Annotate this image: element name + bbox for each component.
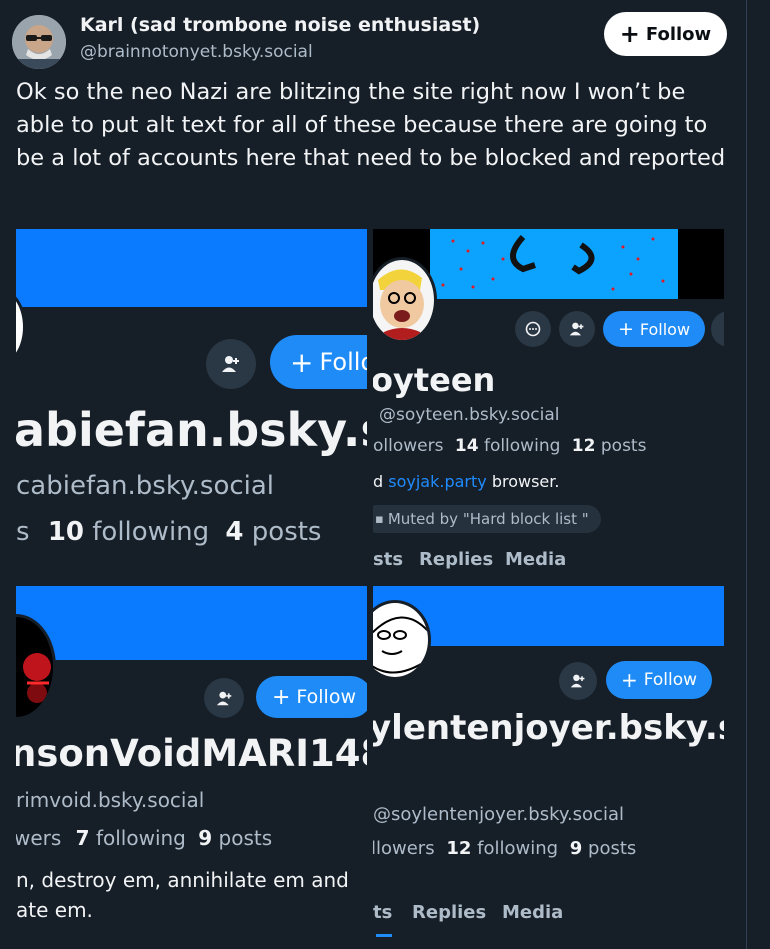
profile-handle: @soyteen.bsky.social: [379, 405, 560, 425]
profile-follow-button[interactable]: + Follow: [603, 311, 705, 347]
posts-label: posts: [251, 517, 322, 547]
tab-replies[interactable]: Replies: [419, 549, 493, 570]
post-text: Ok so the neo Nazi are blitzing the site…: [16, 79, 726, 171]
tab-replies[interactable]: Replies: [412, 902, 486, 923]
following-label: following: [92, 517, 210, 547]
profile-display-name: ylentenjoyer.bsky.so: [373, 708, 724, 748]
profile-bio-line-2: ate em.: [16, 898, 93, 922]
following-count: 12: [446, 838, 472, 859]
profile-follow-button[interactable]: + Follow: [606, 661, 712, 699]
profile-stats: llowers 12 following 9 posts: [373, 838, 636, 859]
post-image-2[interactable]: + Follow · oyteen @soyteen.bsky.social o…: [373, 229, 724, 579]
profile-stats: ollowers 14 following 12 posts: [373, 436, 646, 456]
add-user-icon: [216, 691, 231, 705]
author-handle[interactable]: @brainnotonyet.bsky.social: [80, 42, 313, 62]
profile-display-name: nsonVoidMARI148: [16, 732, 367, 775]
more-options-button[interactable]: ·: [711, 311, 724, 347]
following-count: 14: [454, 436, 479, 456]
add-user-icon: [570, 674, 585, 688]
add-user-icon: [222, 356, 239, 372]
posts-count: 12: [571, 436, 596, 456]
following-count: 10: [47, 517, 84, 547]
followers-label: s: [16, 517, 30, 547]
thread-divider: [746, 0, 747, 949]
tab-posts[interactable]: ts: [373, 902, 392, 923]
plus-icon: +: [617, 318, 634, 340]
add-user-button[interactable]: [559, 662, 597, 700]
profile-follow-button[interactable]: + Follo: [270, 335, 367, 389]
following-count: 7: [75, 826, 90, 850]
active-tab-indicator: [376, 934, 392, 937]
following-label: following: [477, 838, 559, 859]
message-button[interactable]: [515, 311, 551, 347]
chat-icon: [525, 321, 541, 337]
post-image-4[interactable]: + Follow ylentenjoyer.bsky.so @soylenten…: [373, 586, 724, 949]
profile-stats: wers 7 following 9 posts: [16, 826, 272, 850]
following-label: following: [483, 436, 561, 456]
profile-handle: rimvoid.bsky.social: [16, 788, 205, 812]
bio-text: browser.: [491, 472, 560, 491]
post-image-1[interactable]: + Follo abiefan.bsky.so cabiefan.bsky.so…: [16, 229, 367, 559]
profile-display-name: oyteen: [373, 361, 496, 399]
profile-bio: d soyjak.party browser.: [373, 472, 559, 491]
posts-count: 9: [198, 826, 213, 850]
profile-handle: @soylentenjoyer.bsky.social: [373, 804, 624, 825]
profile-avatar: [373, 257, 437, 343]
followers-label: llowers: [373, 838, 435, 859]
posts-label: posts: [600, 436, 647, 456]
posts-count: 4: [225, 517, 244, 547]
add-user-button[interactable]: [559, 311, 595, 347]
plus-icon: +: [620, 668, 638, 692]
profile-banner: [16, 586, 367, 660]
profile-follow-button[interactable]: + Follow: [256, 676, 367, 718]
profile-stats: s 10 following 4 posts: [16, 517, 321, 547]
author-avatar[interactable]: [12, 15, 66, 69]
plus-icon: +: [271, 684, 291, 710]
followers-label: wers: [16, 826, 62, 850]
follow-label: Follow: [296, 686, 357, 708]
bio-text: d: [373, 472, 384, 491]
following-label: following: [95, 826, 186, 850]
follow-label: Follow: [639, 319, 691, 339]
profile-banner: [16, 229, 367, 307]
profile-handle: cabiefan.bsky.social: [16, 471, 275, 501]
posts-count: 9: [569, 838, 583, 859]
tab-media[interactable]: Media: [505, 549, 566, 570]
posts-label: posts: [588, 838, 637, 859]
follow-label: Follo: [319, 348, 367, 376]
follow-label: Follow: [645, 23, 712, 45]
muted-label: Muted by "Hard block list ": [387, 510, 589, 528]
profile-bio-line-1: n, destroy em, annihilate em and: [16, 868, 349, 892]
profile-display-name: abiefan.bsky.so: [16, 403, 367, 457]
followers-label: ollowers: [373, 436, 444, 456]
add-user-button[interactable]: [206, 339, 256, 389]
tab-media[interactable]: Media: [502, 902, 563, 923]
add-user-icon: [569, 322, 584, 336]
tab-posts[interactable]: sts: [373, 549, 403, 570]
plus-icon: +: [619, 20, 640, 48]
follow-button[interactable]: + Follow: [604, 12, 727, 56]
follow-label: Follow: [643, 670, 698, 690]
post-image-3[interactable]: + Follow nsonVoidMARI148 rimvoid.bsky.so…: [16, 586, 367, 949]
post-header: Karl (sad trombone noise enthusiast) @br…: [12, 12, 732, 69]
posts-label: posts: [218, 826, 273, 850]
muted-badge: ▪ Muted by "Hard block list ": [373, 505, 601, 533]
plus-icon: +: [290, 345, 314, 379]
author-name[interactable]: Karl (sad trombone noise enthusiast): [80, 14, 480, 36]
mute-icon: ▪: [375, 511, 384, 527]
bio-link[interactable]: soyjak.party: [388, 472, 486, 491]
add-user-button[interactable]: [204, 678, 244, 718]
